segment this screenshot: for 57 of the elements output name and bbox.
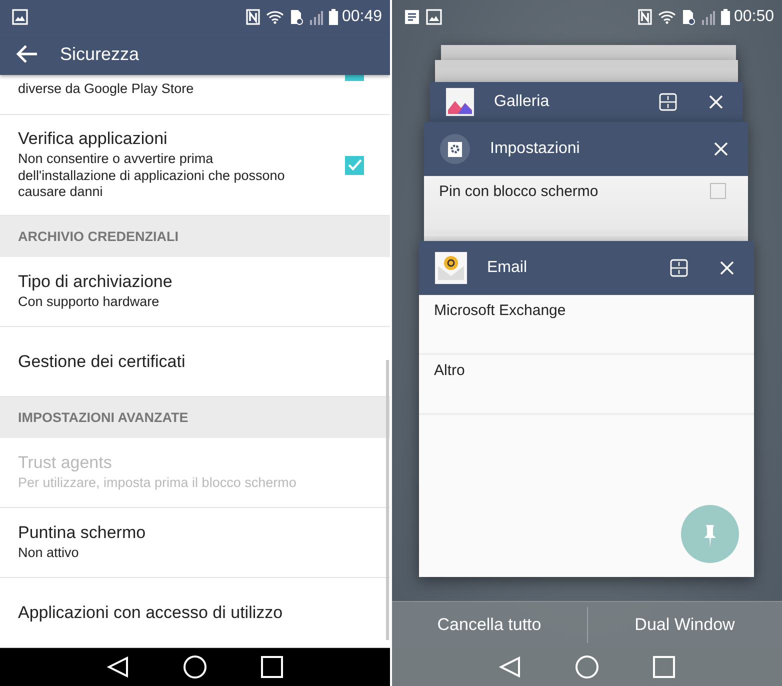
app-title: Galleria [494,93,550,111]
settings-app-icon [440,134,470,164]
app-card[interactable]: Email Microsoft Exchange Altro [419,241,754,577]
wifi-icon [658,10,676,24]
split-window-icon[interactable] [670,259,688,277]
app-title: Email [487,259,528,277]
settings-row[interactable]: diverse da Google Play Store [0,75,390,115]
image-icon [426,8,442,24]
recents-action-button[interactable]: Cancella tutto [392,602,586,648]
screen-title: Sicurezza [60,44,140,64]
back-icon[interactable] [107,656,129,678]
section-header: IMPOSTAZIONI AVANZATE [0,397,390,438]
recents-action-button[interactable]: Dual Window [588,602,782,648]
wifi-icon [266,10,284,24]
email-app-icon [435,252,467,284]
checkbox[interactable] [710,183,726,199]
battery-icon [328,8,338,24]
setting-title: Tipo di archiviazione [18,272,174,292]
recents-icon[interactable] [261,656,283,678]
app-title: Impostazioni [490,140,580,158]
sim-card-icon [682,8,695,24]
app-card[interactable]: Galleria [430,82,743,122]
gallery-app-icon [446,88,474,116]
setting-title: Verifica applicazioni [18,128,168,149]
checkbox[interactable] [345,75,364,81]
option-label[interactable]: Microsoft Exchange [434,302,566,319]
setting-title: Applicazioni con accesso di utilizzo [18,602,284,622]
clock-time: 00:50 [734,8,774,26]
setting-title: Puntina schermo [18,523,147,544]
clock-time: 00:49 [342,8,382,26]
back-arrow-icon[interactable] [16,45,38,63]
nfc-icon [638,8,652,24]
setting-description: Per utilizzare, imposta prima il blocco schermo [18,475,298,492]
split-window-icon[interactable] [659,93,677,111]
close-icon[interactable] [720,261,734,275]
sim-card-icon [290,8,303,24]
close-icon[interactable] [709,95,723,109]
settings-row[interactable]: Tipo di archiviazione Con supporto hardware [0,257,390,327]
setting-description: Con supporto hardware [18,294,160,311]
section-header: ARCHIVIO CREDENZIALI [0,216,390,257]
setting-title: Gestione dei certificati [18,352,186,372]
signal-icon [700,8,715,24]
battery-icon [720,8,730,24]
option-label[interactable]: Altro [434,362,465,379]
option-label[interactable]: Pin con blocco schermo [439,183,598,200]
close-icon[interactable] [714,142,728,156]
checkbox[interactable] [345,156,364,174]
setting-title: Trust agents [18,453,113,474]
home-icon[interactable] [183,655,207,679]
setting-description: Non attivo [18,545,80,562]
notes-icon [404,8,420,24]
signal-icon [308,8,323,24]
app-card[interactable]: Impostazioni Pin con blocco schermo [424,122,748,241]
setting-description: diverse da Google Play Store [18,81,195,98]
nfc-icon [246,8,260,24]
setting-description: Non consentire o avvertire prima dell'installazione di applicazioni che possono causare danni [18,150,286,202]
image-icon [12,8,28,24]
